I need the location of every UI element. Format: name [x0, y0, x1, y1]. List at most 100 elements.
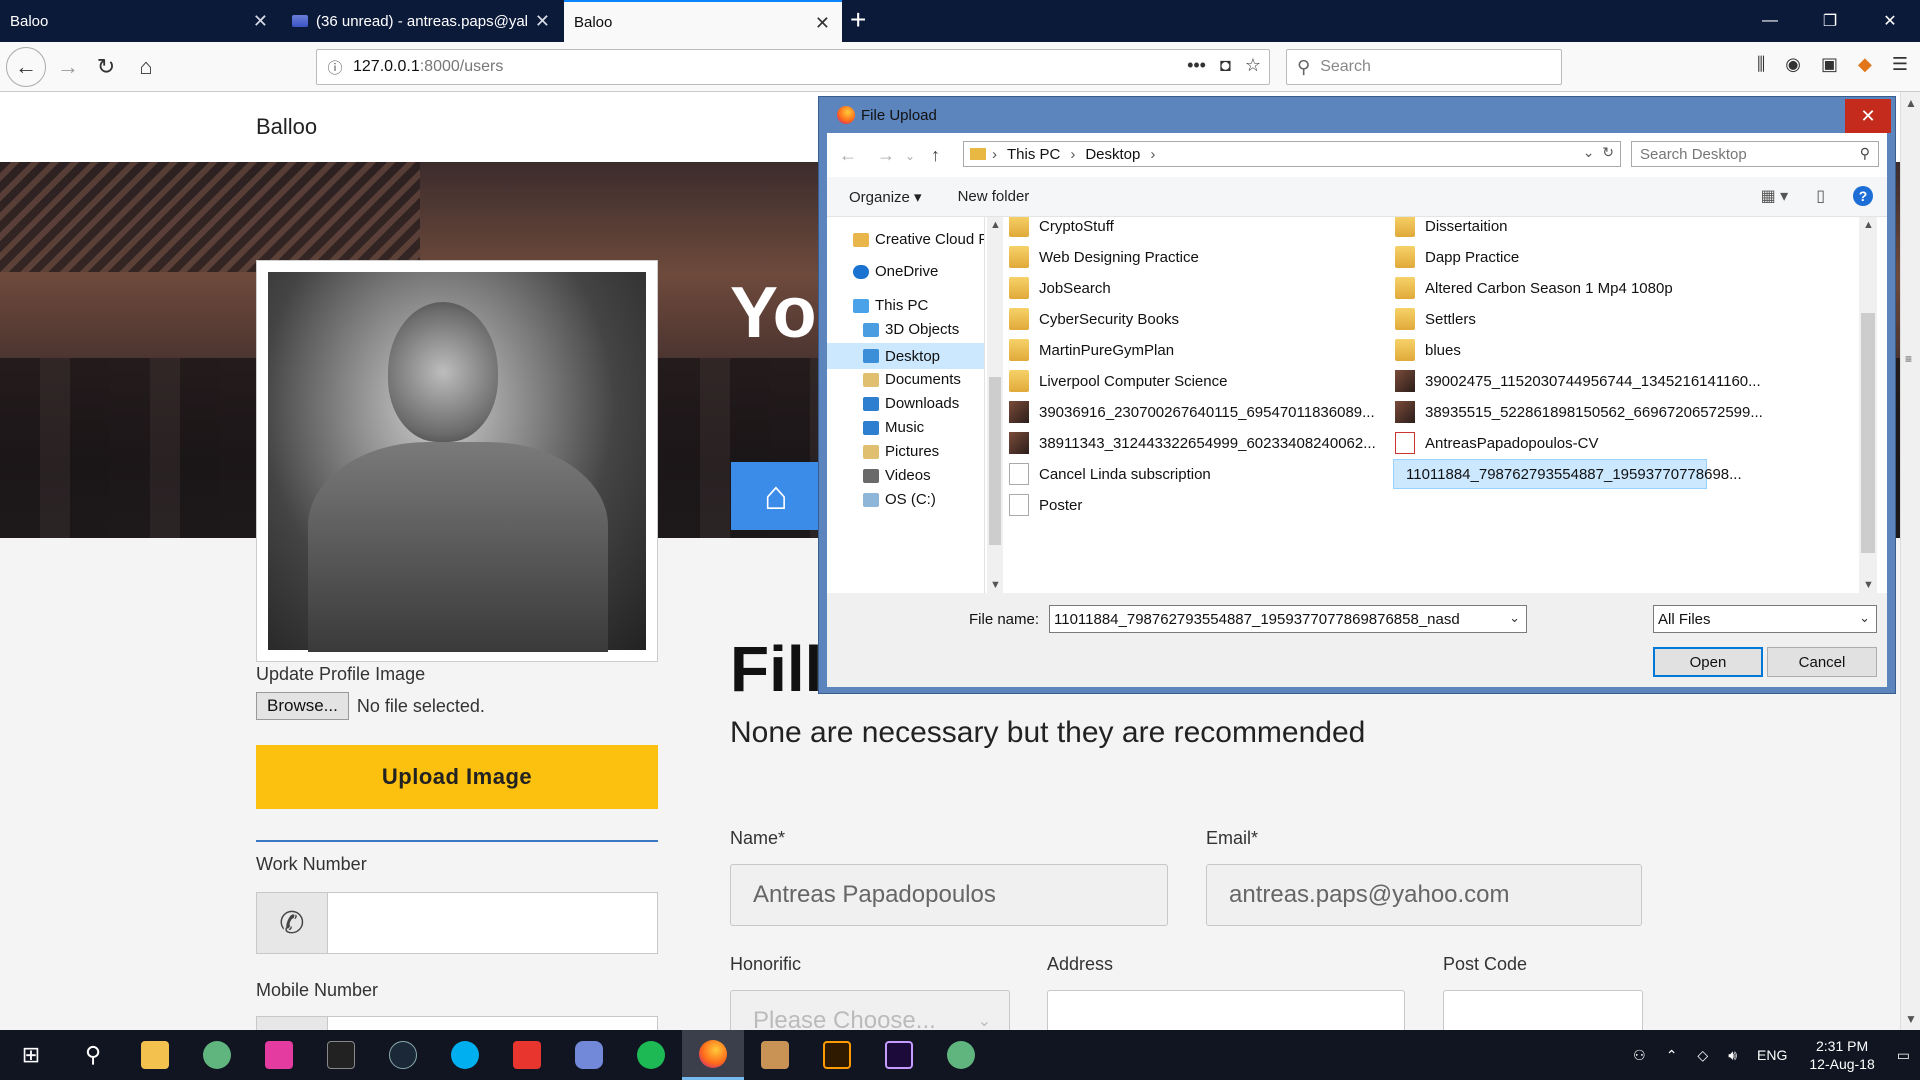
- email-input[interactable]: antreas.paps@yahoo.com: [1206, 864, 1642, 926]
- after-effects-icon[interactable]: [868, 1030, 930, 1080]
- scroll-up-icon[interactable]: ▲: [1905, 96, 1917, 110]
- browse-button[interactable]: Browse...: [256, 692, 349, 720]
- spotify-icon[interactable]: [620, 1030, 682, 1080]
- steam-icon[interactable]: [372, 1030, 434, 1080]
- home-icon[interactable]: ⌂: [731, 462, 821, 530]
- open-button[interactable]: Open: [1653, 647, 1763, 677]
- new-folder-button[interactable]: New folder: [958, 188, 1030, 205]
- file-item[interactable]: Dissertaition: [1395, 217, 1508, 241]
- scroll-up-icon[interactable]: ▲: [990, 219, 1001, 231]
- mobile-number-input[interactable]: [328, 1016, 658, 1030]
- tree-item-desktop[interactable]: Desktop: [827, 343, 984, 369]
- atom-icon-2[interactable]: [930, 1030, 992, 1080]
- network-icon[interactable]: ◇: [1697, 1047, 1708, 1064]
- file-item[interactable]: JobSearch: [1009, 273, 1111, 303]
- scroll-up-icon[interactable]: ▲: [1863, 219, 1874, 231]
- tab-baloo-active[interactable]: Baloo ✕: [564, 0, 842, 42]
- file-item[interactable]: MartinPureGymPlan: [1009, 335, 1174, 365]
- organize-button[interactable]: Organize ▾: [849, 188, 922, 206]
- dialog-search-input[interactable]: Search Desktop ⚲: [1631, 141, 1879, 167]
- site-brand[interactable]: Balloo: [256, 114, 317, 140]
- app-red-icon[interactable]: [496, 1030, 558, 1080]
- maximize-icon[interactable]: ❐: [1800, 0, 1860, 42]
- webstorm-icon[interactable]: [248, 1030, 310, 1080]
- scroll-down-icon[interactable]: ▼: [1905, 1012, 1917, 1026]
- tree-item-os-c[interactable]: OS (C:): [863, 491, 936, 508]
- page-actions-icon[interactable]: •••: [1187, 55, 1206, 76]
- file-item[interactable]: 38935515_522861898150562_66967206572599.…: [1395, 397, 1763, 427]
- new-tab-button[interactable]: +: [850, 4, 866, 36]
- tree-item-documents[interactable]: Documents: [863, 371, 961, 388]
- search-icon[interactable]: ⚲: [62, 1030, 124, 1080]
- tree-item-creative-cloud[interactable]: Creative Cloud File: [853, 231, 984, 248]
- terminal-icon[interactable]: [310, 1030, 372, 1080]
- view-options-icon[interactable]: ▦ ▾: [1761, 186, 1789, 206]
- back-arrow-icon[interactable]: ←: [839, 145, 857, 166]
- file-item[interactable]: 39002475_1152030744956744_1345216141160.…: [1395, 366, 1761, 396]
- tree-scrollbar[interactable]: ▲ ▼: [987, 217, 1003, 593]
- file-item[interactable]: CyberSecurity Books: [1009, 304, 1179, 334]
- scroll-down-icon[interactable]: ▼: [1863, 579, 1874, 591]
- notifications-icon[interactable]: ▭: [1897, 1047, 1910, 1064]
- honorific-select[interactable]: Please Choose... ⌄: [730, 990, 1010, 1030]
- window-close-icon[interactable]: ✕: [1860, 0, 1920, 42]
- tree-item-3d-objects[interactable]: 3D Objects: [863, 321, 959, 338]
- tree-scroll-thumb[interactable]: [989, 377, 1001, 545]
- file-item[interactable]: Altered Carbon Season 1 Mp4 1080p: [1395, 273, 1673, 303]
- page-scrollbar[interactable]: ▲ ≡ ▼: [1900, 92, 1920, 1030]
- work-number-input[interactable]: [328, 892, 658, 954]
- start-button[interactable]: ⊞: [0, 1030, 62, 1080]
- tree-item-videos[interactable]: Videos: [863, 467, 931, 484]
- up-arrow-icon[interactable]: ↑: [931, 145, 940, 166]
- adblock-icon[interactable]: ◉: [1785, 54, 1801, 75]
- breadcrumb[interactable]: › This PC › Desktop › ⌄ ↻: [963, 141, 1621, 167]
- file-item[interactable]: CryptoStuff: [1009, 217, 1114, 241]
- file-item[interactable]: 39036916_230700267640115_69547011836089.…: [1009, 397, 1375, 427]
- clock[interactable]: 2:31 PM 12-Aug-18: [1809, 1037, 1874, 1073]
- tree-item-downloads[interactable]: Downloads: [863, 395, 959, 412]
- people-icon[interactable]: ⚇: [1633, 1047, 1646, 1064]
- home-button[interactable]: ⌂: [128, 49, 164, 85]
- files-scroll-thumb[interactable]: [1861, 313, 1875, 553]
- breadcrumb-desktop[interactable]: Desktop: [1085, 146, 1140, 163]
- file-item[interactable]: AntreasPapadopoulos-CV: [1395, 428, 1598, 458]
- pocket-icon[interactable]: ◘: [1220, 55, 1231, 76]
- tree-item-onedrive[interactable]: OneDrive: [853, 263, 938, 280]
- bookmark-star-icon[interactable]: ☆: [1245, 55, 1261, 76]
- address-input[interactable]: [1047, 990, 1405, 1030]
- file-item[interactable]: Poster: [1009, 490, 1082, 520]
- tab-baloo-1[interactable]: Baloo ✕: [0, 0, 280, 42]
- recent-chevron-icon[interactable]: ⌄: [905, 149, 915, 163]
- file-name-input[interactable]: 11011884_798762793554887_195937707786987…: [1049, 605, 1527, 633]
- forward-button[interactable]: →: [50, 49, 86, 85]
- minimize-icon[interactable]: —: [1740, 0, 1800, 42]
- skype-icon[interactable]: [434, 1030, 496, 1080]
- scroll-down-icon[interactable]: ▼: [990, 579, 1001, 591]
- breadcrumb-this-pc[interactable]: This PC: [1007, 146, 1060, 163]
- chevron-down-icon[interactable]: ⌄: [1509, 610, 1520, 626]
- file-explorer-icon[interactable]: [124, 1030, 186, 1080]
- file-item[interactable]: 38911343_312443322654999_60233408240062.…: [1009, 428, 1376, 458]
- refresh-icon[interactable]: ⌄ ↻: [1583, 144, 1614, 161]
- tree-item-pictures[interactable]: Pictures: [863, 443, 939, 460]
- file-item[interactable]: Web Designing Practice: [1009, 242, 1199, 272]
- forward-arrow-icon[interactable]: →: [877, 145, 895, 166]
- file-item[interactable]: Dapp Practice: [1395, 242, 1519, 272]
- file-type-select[interactable]: All Files ⌄: [1653, 605, 1877, 633]
- illustrator-icon[interactable]: [806, 1030, 868, 1080]
- files-scrollbar[interactable]: ▲ ▼: [1859, 217, 1877, 593]
- close-icon[interactable]: ✕: [815, 13, 830, 34]
- reload-button[interactable]: ↻: [88, 49, 124, 85]
- menu-icon[interactable]: ☰: [1892, 54, 1908, 75]
- file-item-selected[interactable]: 11011884_798762793554887_19593770778698.…: [1393, 459, 1742, 489]
- package-icon[interactable]: [744, 1030, 806, 1080]
- back-button[interactable]: ←: [6, 47, 46, 87]
- name-input[interactable]: Antreas Papadopoulos: [730, 864, 1168, 926]
- sidebar-icon[interactable]: ▣: [1821, 54, 1838, 75]
- preview-pane-icon[interactable]: ▯: [1816, 186, 1825, 206]
- tree-item-music[interactable]: Music: [863, 419, 924, 436]
- postcode-input[interactable]: [1443, 990, 1643, 1030]
- library-icon[interactable]: ⫼: [1757, 54, 1765, 75]
- search-bar[interactable]: ⚲ Search: [1286, 49, 1562, 85]
- close-icon[interactable]: ✕: [535, 11, 550, 32]
